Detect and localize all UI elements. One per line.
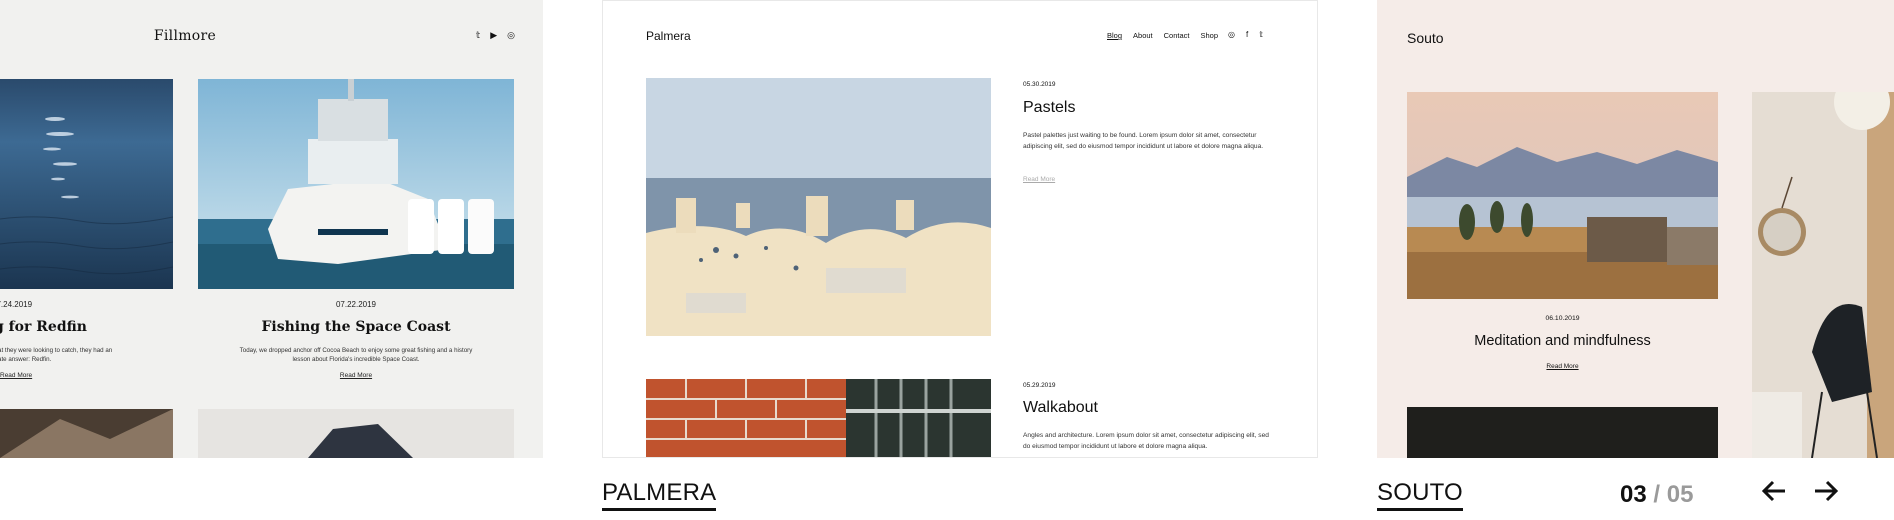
souto-post-date: 06.10.2019 (1545, 315, 1580, 322)
fillmore-post1-date: 07.24.2019 (0, 300, 33, 309)
fillmore-post2-title[interactable]: Fishing the Space Coast (198, 319, 514, 335)
nav-about[interactable]: About (1133, 31, 1153, 40)
youtube-icon: ▶ (490, 30, 498, 40)
facebook-icon: f (1245, 30, 1249, 39)
souto-post-title[interactable]: Meditation and mindfulness (1407, 333, 1718, 349)
twitter-icon: 𝕥 (476, 30, 481, 40)
fillmore-photo-bottom-left (0, 409, 173, 458)
fillmore-post1-excerpt: at they were looking to catch, they had … (0, 346, 128, 364)
nav-shop[interactable]: Shop (1200, 31, 1218, 40)
fillmore-preview-card[interactable]: Fillmore 𝕥 ▶ ◎ .24.2019 g for Redfin at … (0, 0, 543, 458)
twitter-icon: 𝕥 (1259, 30, 1263, 39)
pager-current: 03 (1620, 481, 1647, 508)
palmera-site-title: Palmera (646, 29, 691, 43)
bedroom-interior-photo (1752, 92, 1894, 458)
palmera-post2-date: 05.29.2019 (1023, 382, 1056, 389)
caption-souto[interactable]: SOUTO (1377, 480, 1463, 511)
palmera-post2-excerpt: Angles and architecture. Lorem ipsum dol… (1023, 432, 1269, 450)
palmera-preview-card[interactable]: Palmera Blog About Contact Shop ◎ f 𝕥 05… (602, 0, 1318, 458)
souto-preview-card[interactable]: Souto 06.10.2019 Meditation and mindfuln… (1377, 0, 1894, 458)
palmera-social-icons: ◎ f 𝕥 (1228, 30, 1263, 39)
fillmore-site-title: Fillmore (153, 28, 217, 44)
palmera-post1-date: 05.30.2019 (1023, 81, 1056, 88)
palmera-post1-excerpt: Pastel palettes just waiting to be found… (1023, 132, 1264, 150)
palmera-post1-title[interactable]: Pastels (1023, 99, 1075, 117)
arrow-left-icon[interactable] (1761, 478, 1787, 510)
fillmore-post2-excerpt: Today, we dropped anchor off Cocoa Beach… (198, 346, 514, 364)
fillmore-post2-date: 07.22.2019 (335, 300, 377, 309)
fillmore-photo-bottom-right (198, 409, 514, 458)
ocean-photo (0, 79, 173, 289)
palmera-post2-title[interactable]: Walkabout (1023, 399, 1098, 417)
excerpt-line: at they were looking to catch, they had … (0, 347, 113, 354)
pastels-photo (646, 78, 991, 336)
pagination-counter: 03 / 05 (1620, 481, 1693, 509)
souto-post-read-more[interactable]: Read More (1407, 363, 1718, 370)
lake-landscape-photo (1407, 92, 1718, 299)
excerpt-line: lesson about Florida's incredible Space … (292, 356, 420, 363)
instagram-icon: ◎ (507, 30, 515, 40)
caption-palmera[interactable]: PALMERA (602, 480, 717, 511)
nav-blog[interactable]: Blog (1107, 31, 1122, 40)
excerpt-line: ate answer: Redfin. (0, 356, 52, 363)
palmera-post1-read-more[interactable]: Read More (1023, 176, 1055, 183)
fillmore-post1-title[interactable]: g for Redfin (0, 319, 87, 335)
nav-contact[interactable]: Contact (1164, 31, 1190, 40)
walkabout-photo (646, 379, 991, 457)
pager-total: 05 (1666, 481, 1694, 508)
fillmore-social-icons: 𝕥 ▶ ◎ (476, 30, 515, 41)
palmera-nav: Blog About Contact Shop (1107, 31, 1218, 40)
fillmore-post2-read-more[interactable]: Read More (198, 372, 514, 379)
boat-photo (198, 79, 514, 289)
excerpt-line: Today, we dropped anchor off Cocoa Beach… (239, 347, 473, 354)
arrow-right-icon[interactable] (1813, 478, 1839, 510)
pager-separator: / (1653, 481, 1661, 508)
fillmore-post1-read-more[interactable]: Read More (0, 372, 32, 379)
souto-site-title: Souto (1407, 30, 1444, 46)
instagram-icon: ◎ (1228, 30, 1235, 39)
souto-photo-bottom (1407, 407, 1718, 458)
